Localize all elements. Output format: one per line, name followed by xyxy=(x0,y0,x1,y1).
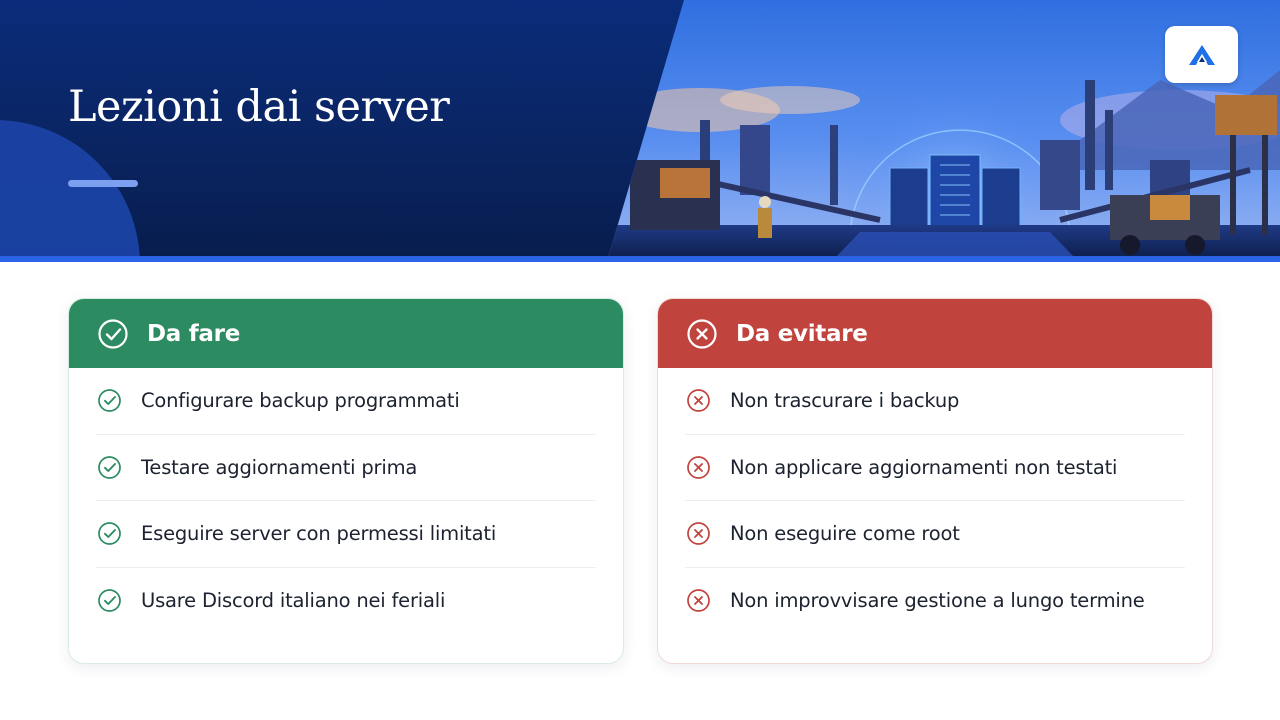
list-item: Configurare backup programmati xyxy=(96,368,596,435)
header-divider-line xyxy=(0,256,1280,262)
check-circle-icon xyxy=(97,455,122,480)
do-card-title: Da fare xyxy=(147,320,240,347)
dont-card-header: Da evitare xyxy=(658,299,1212,368)
x-circle-icon xyxy=(686,455,711,480)
do-list: Configurare backup programmati Testare a… xyxy=(69,368,623,634)
list-item: Non trascurare i backup xyxy=(685,368,1185,435)
list-item: Eseguire server con permessi limitati xyxy=(96,501,596,568)
logo-badge xyxy=(1165,26,1238,83)
check-circle-icon xyxy=(97,521,122,546)
do-item-text: Eseguire server con permessi limitati xyxy=(141,522,497,546)
do-item-text: Usare Discord italiano nei feriali xyxy=(141,589,446,613)
x-circle-icon xyxy=(686,318,718,350)
logo-a-icon xyxy=(1188,44,1215,65)
check-circle-icon xyxy=(97,588,122,613)
x-circle-icon xyxy=(686,588,711,613)
title-accent-bar xyxy=(68,180,138,187)
list-item: Non applicare aggiornamenti non testati xyxy=(685,435,1185,501)
list-item: Testare aggiornamenti prima xyxy=(96,435,596,501)
dont-card: Da evitare Non trascurare i backup Non a… xyxy=(657,298,1213,664)
list-item: Usare Discord italiano nei feriali xyxy=(96,568,596,635)
do-card-header: Da fare xyxy=(69,299,623,368)
list-item: Non eseguire come root xyxy=(685,501,1185,568)
page-title: Lezioni dai server xyxy=(68,82,450,132)
list-item: Non improvvisare gestione a lungo termin… xyxy=(685,568,1185,635)
x-circle-icon xyxy=(686,521,711,546)
check-circle-icon xyxy=(97,388,122,413)
dont-item-text: Non improvvisare gestione a lungo termin… xyxy=(730,589,1145,613)
dont-item-text: Non trascurare i backup xyxy=(730,389,960,413)
do-card: Da fare Configurare backup programmati T… xyxy=(68,298,624,664)
header-banner: Lezioni dai server xyxy=(0,0,1280,262)
do-item-text: Configurare backup programmati xyxy=(141,389,460,413)
do-item-text: Testare aggiornamenti prima xyxy=(141,455,418,479)
x-circle-icon xyxy=(686,388,711,413)
dont-card-title: Da evitare xyxy=(736,320,868,347)
dont-list: Non trascurare i backup Non applicare ag… xyxy=(658,368,1212,634)
check-circle-icon xyxy=(97,318,129,350)
dont-item-text: Non eseguire come root xyxy=(730,522,960,546)
dont-item-text: Non applicare aggiornamenti non testati xyxy=(730,455,1118,479)
